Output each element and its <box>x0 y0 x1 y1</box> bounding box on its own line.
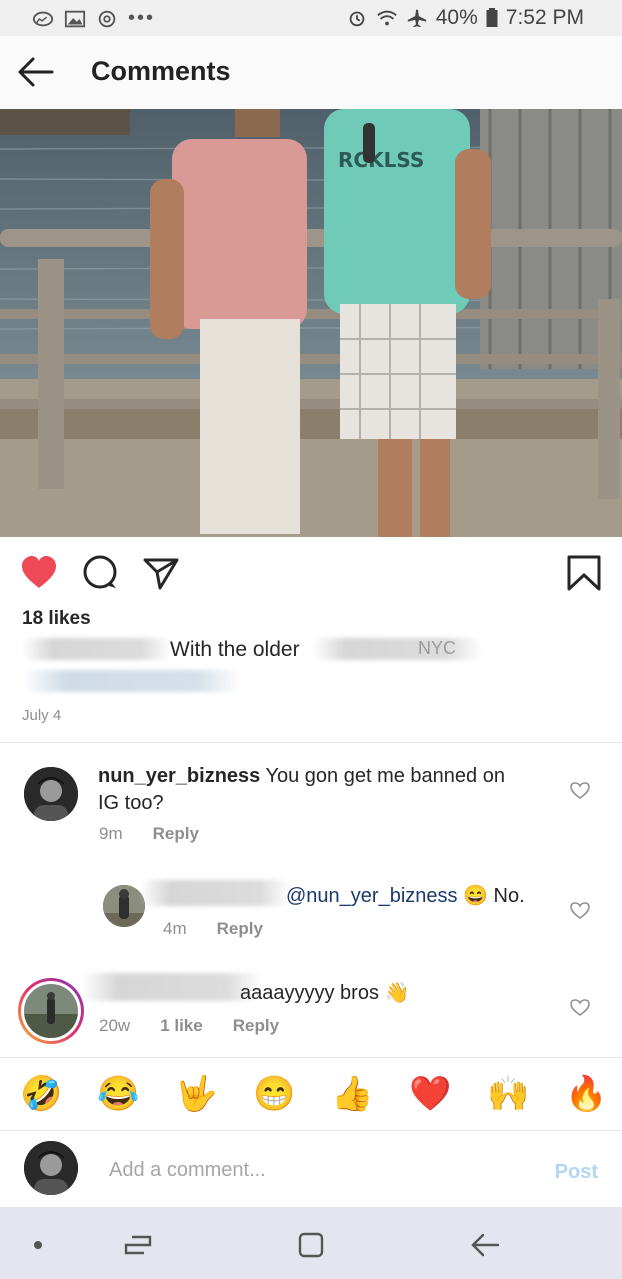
svg-text:RCKLSS: RCKLSS <box>338 148 424 172</box>
reaction-heart[interactable]: ❤️ <box>409 1074 451 1114</box>
battery-percent: 40% <box>435 6 478 29</box>
app-bar: Comments <box>0 36 622 109</box>
home-icon[interactable] <box>297 1231 325 1259</box>
share-icon[interactable] <box>142 555 180 591</box>
alarm-icon <box>349 11 365 27</box>
redacted-mention[interactable] <box>22 670 242 692</box>
emoji: 😄 <box>463 885 488 907</box>
reaction-joy[interactable]: 😂 <box>97 1074 139 1114</box>
reaction-rofl[interactable]: 🤣 <box>20 1074 62 1114</box>
comment-text: aaaayyyyy bros <box>240 982 379 1004</box>
divider <box>0 742 622 743</box>
clock: 7:52 PM <box>505 6 584 29</box>
back-arrow-icon[interactable] <box>16 54 56 90</box>
redacted-username <box>22 638 172 660</box>
page-title: Comments <box>91 56 231 86</box>
comment-age: 4m <box>163 919 187 938</box>
post-date: July 4 <box>22 707 62 724</box>
divider <box>0 1057 622 1058</box>
chrome-icon <box>98 10 116 27</box>
comment-text: No. <box>493 885 525 907</box>
reaction-fire[interactable]: 🔥 <box>565 1074 607 1114</box>
like-comment-icon[interactable] <box>570 999 590 1017</box>
emoji: 👋 <box>384 982 410 1004</box>
avatar[interactable] <box>24 984 78 1038</box>
recent-apps-icon[interactable] <box>124 1233 152 1257</box>
reaction-love-you-gesture[interactable]: 🤟 <box>175 1074 217 1114</box>
redacted-username <box>82 973 262 1001</box>
comment-meta: 9m Reply <box>99 824 199 844</box>
post-photo[interactable]: RCKLSS <box>0 109 622 537</box>
comment-meta: 4m Reply <box>163 919 263 939</box>
more-notifications-icon: ••• <box>128 7 156 29</box>
system-nav-bar <box>0 1207 622 1279</box>
bookmark-icon[interactable] <box>565 555 603 591</box>
heart-filled-icon[interactable] <box>20 555 58 591</box>
reaction-thumbs-up[interactable]: 👍 <box>331 1074 373 1114</box>
comment-likes[interactable]: 1 like <box>160 1016 203 1036</box>
post-button[interactable]: Post <box>555 1161 598 1184</box>
quick-reactions-bar: 🤣 😂 🤟 😁 👍 ❤️ 🙌 🔥 <box>0 1062 622 1128</box>
post-actions <box>0 537 622 607</box>
avatar[interactable] <box>103 885 145 927</box>
comment-body: nun_yer_bizness You gon get me banned on… <box>98 763 508 817</box>
avatar-story-ring[interactable] <box>18 978 84 1044</box>
comment-meta: 20w 1 like Reply <box>99 1016 279 1036</box>
wifi-icon <box>377 10 397 26</box>
gallery-icon <box>64 10 86 27</box>
reply-button[interactable]: Reply <box>153 824 199 844</box>
comment-body: aaaayyyyy bros 👋 <box>240 980 460 1007</box>
like-comment-icon[interactable] <box>570 782 590 800</box>
comment-body: @nun_yer_bizness 😄 No. <box>286 883 576 910</box>
comment-input[interactable]: Add a comment... <box>109 1159 266 1182</box>
post-caption: With the older NYC <box>22 638 602 698</box>
comment-age: 9m <box>99 824 123 843</box>
comment-age: 20w <box>99 1016 131 1035</box>
comment-composer: Add a comment... Post <box>0 1131 622 1207</box>
redacted-caption <box>312 638 482 660</box>
redacted-username <box>140 880 290 906</box>
reply-button[interactable]: Reply <box>233 1016 279 1036</box>
caption-text: With the older <box>170 638 300 661</box>
status-bar: ••• 40% 7:52 PM <box>0 0 622 36</box>
reply-button[interactable]: Reply <box>217 919 263 939</box>
comment-username[interactable]: nun_yer_bizness <box>98 765 260 787</box>
reaction-grin[interactable]: 😁 <box>253 1074 295 1114</box>
reaction-raising-hands[interactable]: 🙌 <box>487 1074 529 1114</box>
like-comment-icon[interactable] <box>570 902 590 920</box>
messenger-icon <box>32 11 54 26</box>
back-nav-icon[interactable] <box>470 1231 500 1259</box>
comment-icon[interactable] <box>82 555 120 591</box>
avatar <box>24 1141 78 1195</box>
like-count[interactable]: 18 likes <box>22 608 91 630</box>
avatar[interactable] <box>24 767 78 821</box>
mention-link[interactable]: @nun_yer_bizness <box>286 885 458 907</box>
nav-dot-icon[interactable] <box>33 1240 43 1250</box>
airplane-icon <box>407 9 426 28</box>
caption-fragment: NYC <box>418 638 457 658</box>
battery-icon <box>486 8 498 27</box>
